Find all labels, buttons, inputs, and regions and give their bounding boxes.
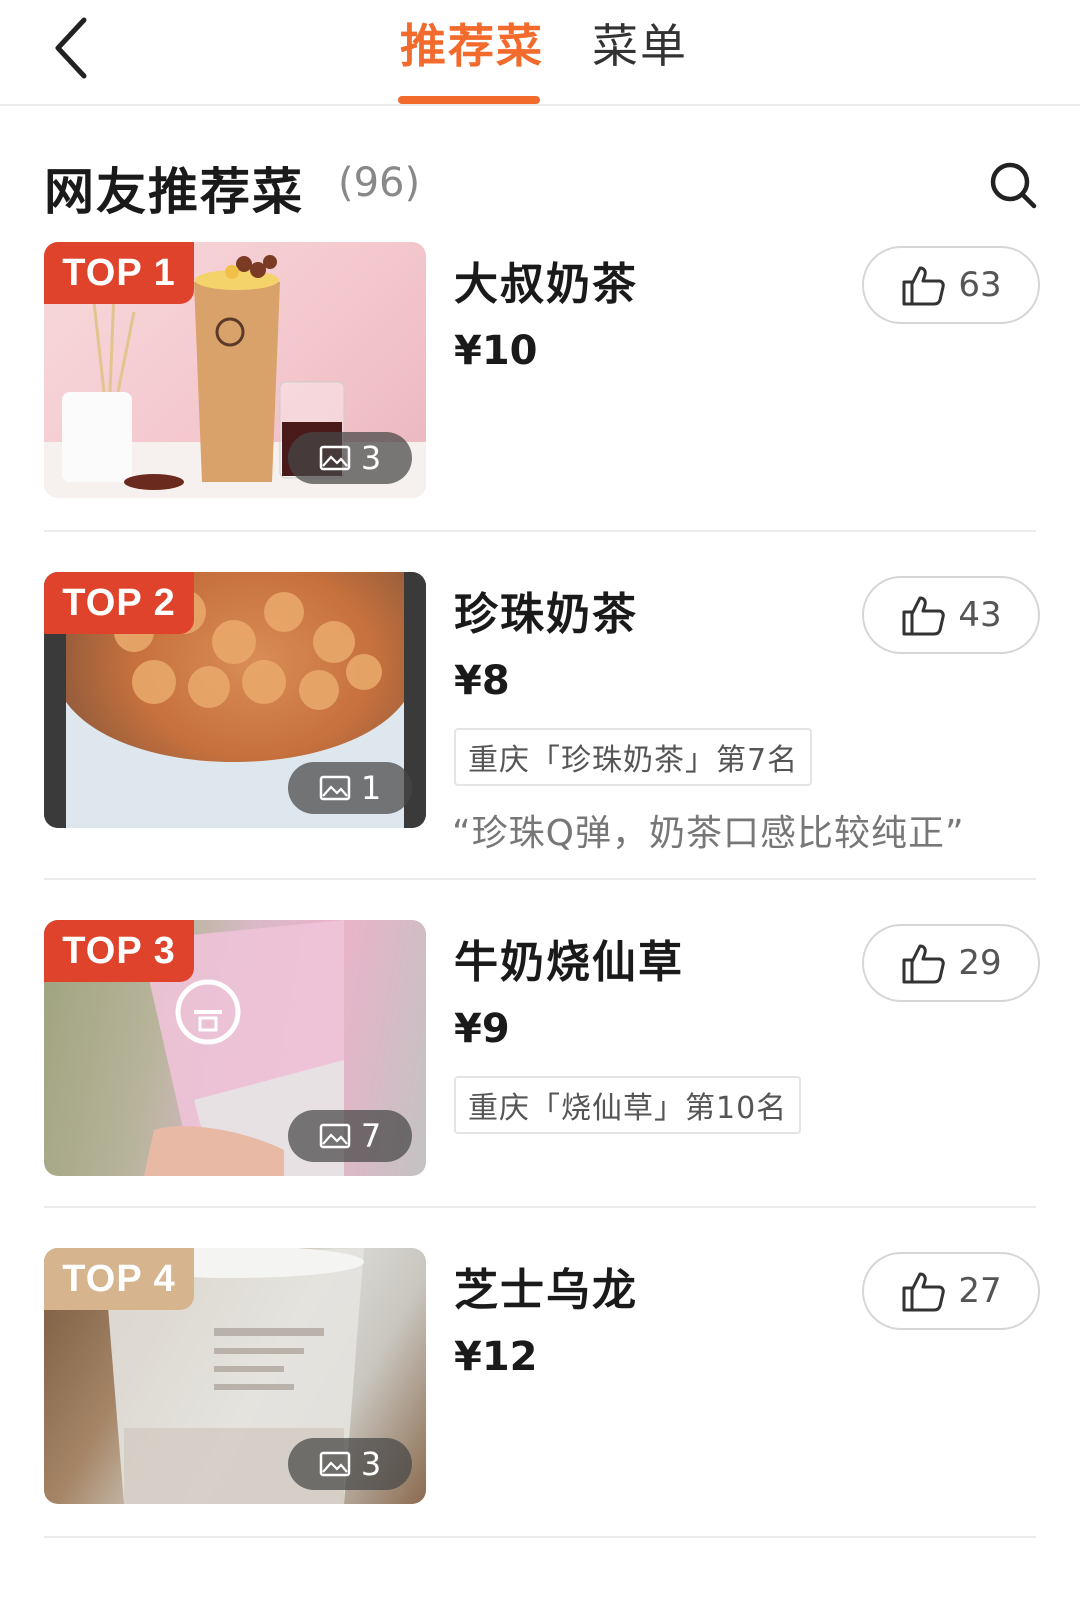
dish-price: ¥12 xyxy=(454,1334,538,1380)
thumbs-up-icon xyxy=(902,944,946,984)
dish-photo[interactable]: TOP 1 3 xyxy=(44,242,426,498)
like-count: 27 xyxy=(958,1271,1002,1311)
dish-name: 牛奶烧仙草 xyxy=(454,937,684,988)
city-rank-tag[interactable]: 重庆「珍珠奶茶」第7名 xyxy=(454,728,813,786)
photo-count: 3 xyxy=(360,439,382,477)
active-tab-indicator xyxy=(398,96,540,104)
dish-item[interactable]: TOP 3 7 牛奶烧仙草 ¥9 重庆「烧仙草」第10名 29 xyxy=(44,920,1040,1180)
like-button[interactable]: 43 xyxy=(862,576,1040,654)
chevron-left-icon xyxy=(55,17,87,79)
photo-count: 7 xyxy=(360,1117,382,1155)
section-title: 网友推荐菜 xyxy=(44,163,304,221)
photo-count: 3 xyxy=(360,1445,382,1483)
dish-name: 芝士乌龙 xyxy=(454,1265,638,1316)
rank-badge: TOP 3 xyxy=(44,920,194,982)
review-quote: “珍珠Q弹，奶茶口感比较纯正” xyxy=(452,813,965,854)
like-button[interactable]: 63 xyxy=(862,246,1040,324)
thumbs-up-icon xyxy=(902,596,946,636)
like-button[interactable]: 27 xyxy=(862,1252,1040,1330)
top-nav: 推荐菜 菜单 xyxy=(0,0,1080,106)
dish-photo[interactable]: TOP 4 3 xyxy=(44,1248,426,1504)
dish-item[interactable]: TOP 1 3 大叔奶茶 ¥10 63 xyxy=(44,242,1040,502)
like-count: 29 xyxy=(958,943,1002,983)
divider xyxy=(44,530,1036,532)
thumbs-up-icon xyxy=(902,266,946,306)
rank-badge: TOP 1 xyxy=(44,242,194,304)
city-rank-tag[interactable]: 重庆「烧仙草」第10名 xyxy=(454,1076,802,1134)
dish-price: ¥10 xyxy=(454,328,538,374)
back-button[interactable] xyxy=(44,8,104,88)
image-icon xyxy=(319,445,351,471)
thumbs-up-icon xyxy=(902,1272,946,1312)
like-count: 43 xyxy=(958,595,1002,635)
dish-photo[interactable]: TOP 3 7 xyxy=(44,920,426,1176)
photo-count-badge[interactable]: 3 xyxy=(288,1438,412,1490)
dish-name: 大叔奶茶 xyxy=(454,259,638,310)
photo-count: 1 xyxy=(360,769,382,807)
section-count: (96) xyxy=(338,160,421,206)
image-icon xyxy=(319,1123,351,1149)
dish-item[interactable]: TOP 4 3 芝士乌龙 ¥12 27 xyxy=(44,1248,1040,1508)
like-button[interactable]: 29 xyxy=(862,924,1040,1002)
photo-count-badge[interactable]: 7 xyxy=(288,1110,412,1162)
dish-item[interactable]: TOP 2 1 珍珠奶茶 ¥8 重庆「珍珠奶茶」第7名 “珍珠Q弹，奶茶口感比较… xyxy=(44,572,1040,872)
tab-menu[interactable]: 菜单 xyxy=(592,10,688,76)
photo-count-badge[interactable]: 3 xyxy=(288,432,412,484)
like-count: 63 xyxy=(958,265,1002,305)
image-icon xyxy=(319,1451,351,1477)
divider xyxy=(44,1206,1036,1208)
dish-price: ¥8 xyxy=(454,658,510,704)
image-icon xyxy=(319,775,351,801)
photo-count-badge[interactable]: 1 xyxy=(288,762,412,814)
dish-photo[interactable]: TOP 2 1 xyxy=(44,572,426,828)
dish-price: ¥9 xyxy=(454,1006,510,1052)
search-icon xyxy=(990,162,1037,209)
divider xyxy=(44,1536,1036,1538)
tab-recommended[interactable]: 推荐菜 xyxy=(400,10,544,76)
rank-badge: TOP 4 xyxy=(44,1248,194,1310)
search-button[interactable] xyxy=(986,158,1042,214)
divider xyxy=(44,878,1036,880)
rank-badge: TOP 2 xyxy=(44,572,194,634)
dish-name: 珍珠奶茶 xyxy=(454,589,638,640)
